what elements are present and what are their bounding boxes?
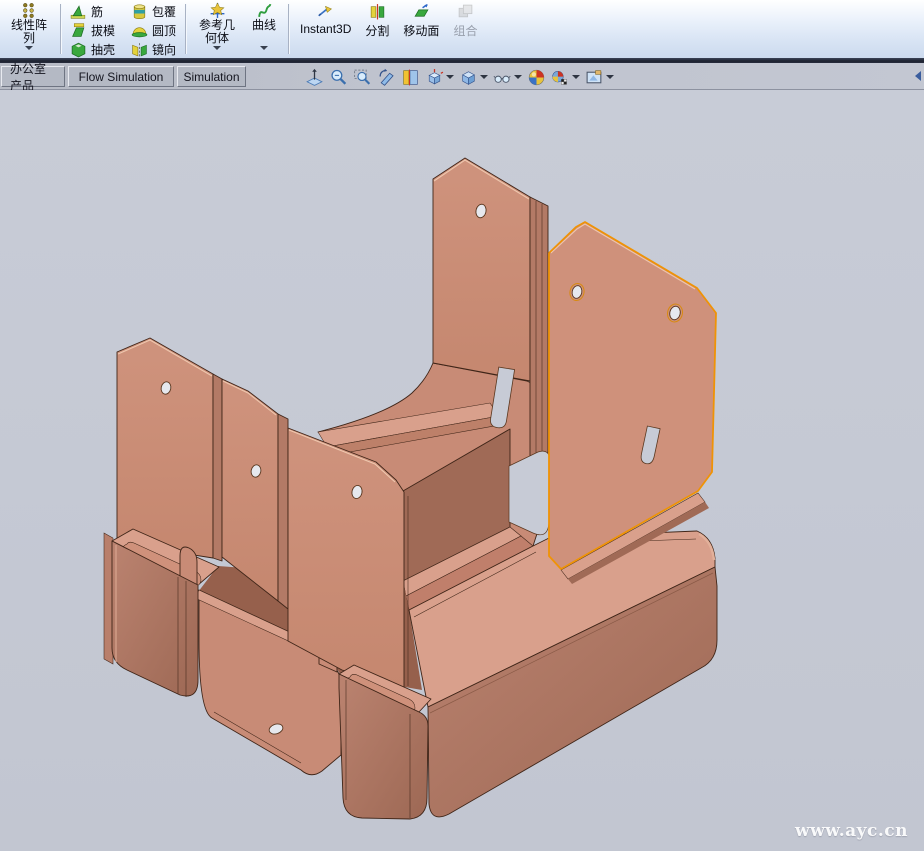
dropdown-arrow[interactable]: [480, 75, 488, 79]
back-plate[interactable]: [433, 158, 530, 381]
move-face-button[interactable]: 移动面: [396, 1, 446, 57]
shell-icon: [70, 41, 87, 58]
draft-icon: [70, 22, 87, 39]
dropdown-arrow[interactable]: [260, 46, 268, 50]
view-settings-icon: [585, 68, 604, 87]
shell-button[interactable]: 抽壳: [67, 40, 118, 58]
view-orientation-icon: [425, 68, 444, 87]
toolbar-separator: [185, 4, 186, 54]
view-orientation-button[interactable]: [423, 67, 456, 88]
edit-appearance-button[interactable]: [525, 67, 548, 88]
mirror-icon: [131, 41, 148, 58]
features-toolbar: 线性阵 列 筋 拔模: [0, 0, 924, 58]
graphics-area[interactable]: www.ayc.cn: [0, 90, 924, 851]
combine-icon: [457, 3, 474, 20]
draft-button[interactable]: 拔模: [67, 21, 118, 39]
zoom-to-fit-button[interactable]: [303, 67, 326, 88]
flange-plate-1[interactable]: [117, 338, 213, 558]
watermark: www.ayc.cn: [795, 821, 908, 841]
dropdown-arrow[interactable]: [446, 75, 454, 79]
apply-scene-button[interactable]: [549, 67, 582, 88]
section-view-button[interactable]: [399, 67, 422, 88]
reference-geometry-button[interactable]: 参考几 何体: [190, 1, 244, 57]
zoom-in-out-icon: [329, 68, 348, 87]
zoom-in-out-button[interactable]: [327, 67, 350, 88]
mirror-button[interactable]: 镜向: [128, 40, 179, 58]
combine-button: 组合: [446, 1, 484, 57]
tab-flow-simulation[interactable]: Flow Simulation: [68, 66, 174, 87]
linear-pattern-button[interactable]: 线性阵 列: [2, 1, 56, 57]
curves-button[interactable]: 曲线: [244, 1, 284, 57]
move-face-icon: [413, 3, 430, 20]
feature-buttons-grid: 筋 拔模 抽壳: [65, 1, 181, 57]
wrap-button[interactable]: 包覆: [128, 2, 179, 20]
solidworks-window: 线性阵 列 筋 拔模: [0, 0, 924, 851]
rib-button[interactable]: 筋: [67, 2, 118, 20]
dome-button[interactable]: 圆顶: [128, 21, 179, 39]
wrap-icon: [131, 3, 148, 20]
dropdown-arrow[interactable]: [213, 46, 221, 50]
flange-2-fold: [278, 414, 288, 609]
curves-icon: [256, 2, 273, 19]
split-icon: [369, 3, 386, 20]
rib-icon: [70, 3, 87, 20]
dropdown-arrow[interactable]: [572, 75, 580, 79]
instant3d-icon: [317, 3, 334, 20]
display-style-button[interactable]: [457, 67, 490, 88]
zoom-to-fit-icon: [305, 68, 324, 87]
view-settings-button[interactable]: [583, 67, 616, 88]
section-view-icon: [401, 68, 420, 87]
zoom-to-area-icon: [353, 68, 372, 87]
tab-office-products[interactable]: 办公室产品: [1, 66, 65, 87]
previous-view-icon: [377, 68, 396, 87]
heads-up-view-toolbar: [303, 65, 616, 89]
flange-1-fold: [213, 374, 222, 561]
collapse-arrow-icon[interactable]: [915, 71, 921, 81]
instant3d-button[interactable]: Instant3D: [293, 1, 358, 57]
tab-simulation[interactable]: Simulation: [177, 66, 246, 87]
split-button[interactable]: 分割: [358, 1, 396, 57]
dropdown-arrow[interactable]: [606, 75, 614, 79]
dropdown-arrow[interactable]: [514, 75, 522, 79]
toolbar-separator: [288, 4, 289, 54]
linear-pattern-icon: [21, 2, 38, 19]
dome-icon: [131, 22, 148, 39]
back-plate-fold[interactable]: [530, 197, 548, 470]
window-cutout: [509, 451, 550, 535]
toolbar-separator: [60, 4, 61, 54]
edit-appearance-icon: [527, 68, 546, 87]
hide-show-items-button[interactable]: [491, 67, 524, 88]
hide-show-items-icon: [493, 68, 512, 87]
model-canvas[interactable]: [0, 90, 924, 851]
zoom-to-area-button[interactable]: [351, 67, 374, 88]
dropdown-arrow[interactable]: [25, 46, 33, 50]
reference-geometry-icon: [209, 2, 226, 19]
display-style-icon: [459, 68, 478, 87]
command-manager-tabstrip: 办公室产品 Flow Simulation Simulation: [0, 63, 924, 90]
previous-view-button[interactable]: [375, 67, 398, 88]
apply-scene-icon: [551, 68, 570, 87]
